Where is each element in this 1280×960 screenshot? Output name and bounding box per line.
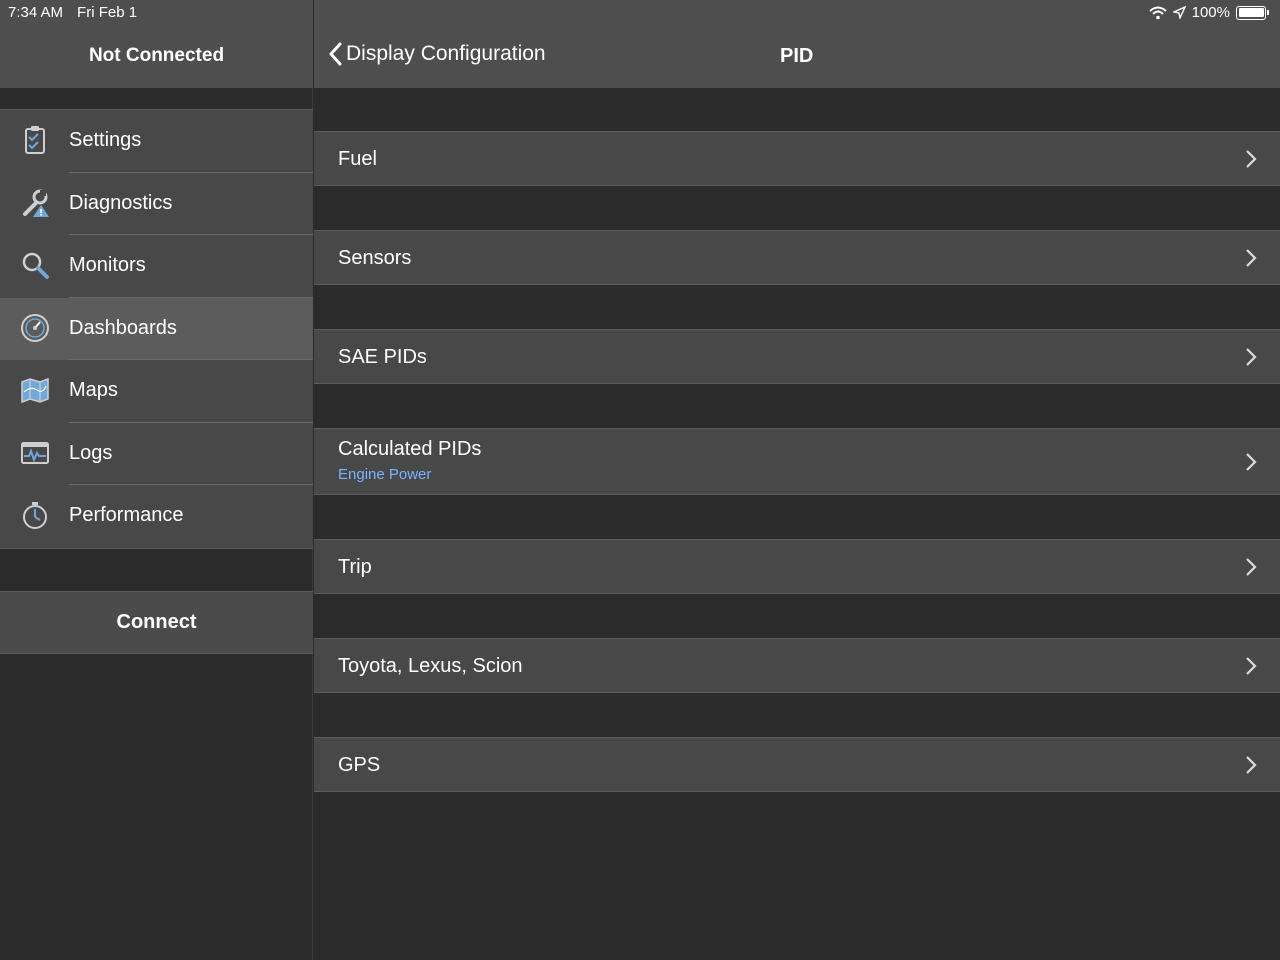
map-icon	[21, 377, 49, 404]
battery-percent: 100%	[1191, 4, 1230, 21]
sidebar-item-maps[interactable]: Maps	[0, 360, 313, 423]
magnifier-icon	[22, 252, 49, 279]
list-item-label: Toyota, Lexus, Scion	[338, 655, 523, 677]
list-item-calculated-pids[interactable]: Calculated PIDs Engine Power	[314, 428, 1280, 495]
list-item-label: Sensors	[338, 247, 412, 269]
sidebar-item-diagnostics[interactable]: Diagnostics	[0, 172, 313, 235]
chevron-right-icon	[1246, 756, 1257, 774]
stopwatch-icon	[23, 502, 47, 529]
sidebar-item-label: Diagnostics	[69, 191, 173, 214]
status-date: Fri Feb 1	[77, 4, 138, 21]
list-item-toyota-lexus-scion[interactable]: Toyota, Lexus, Scion	[314, 638, 1280, 693]
main-panel: 100% Display Configuration PID Fuel Sens…	[314, 0, 1280, 960]
list-item-label: Trip	[338, 556, 372, 578]
list-item-label: Fuel	[338, 148, 377, 170]
chevron-right-icon	[1246, 150, 1257, 168]
gauge-icon	[21, 313, 49, 342]
list-item-label: SAE PIDs	[338, 346, 427, 368]
sidebar: 7:34 AM Fri Feb 1 Not Connected Settings	[0, 0, 313, 960]
connection-status-title: Not Connected	[88, 45, 225, 66]
back-button-label: Display Configuration	[346, 42, 546, 65]
list-item-subtitle: Engine Power	[338, 466, 432, 483]
sidebar-item-performance[interactable]: Performance	[0, 485, 313, 548]
clipboard-check-icon	[25, 126, 45, 154]
chevron-left-icon	[329, 42, 342, 66]
wifi-icon	[1148, 6, 1167, 19]
sidebar-item-dashboards[interactable]: Dashboards	[0, 297, 313, 360]
list-item-fuel[interactable]: Fuel	[314, 131, 1280, 186]
chevron-right-icon	[1246, 348, 1257, 366]
page-title: PID	[780, 45, 814, 67]
list-item-label: GPS	[338, 754, 381, 776]
sidebar-item-label: Settings	[69, 129, 142, 151]
sidebar-item-label: Dashboards	[69, 316, 177, 339]
chevron-right-icon	[1246, 558, 1257, 576]
sidebar-item-monitors[interactable]: Monitors	[0, 235, 313, 298]
chevron-right-icon	[1246, 249, 1257, 267]
wrench-warning-icon	[23, 189, 49, 217]
list-item-trip[interactable]: Trip	[314, 539, 1280, 594]
back-button[interactable]: Display Configuration	[328, 42, 546, 66]
sidebar-item-settings[interactable]: Settings	[0, 110, 313, 173]
status-time: 7:34 AM Fri Feb 1	[8, 4, 137, 21]
status-clock: 7:34 AM	[8, 4, 64, 21]
location-arrow-icon	[1172, 6, 1186, 19]
waveform-log-icon	[21, 441, 49, 464]
sidebar-item-label: Logs	[69, 441, 113, 464]
connect-button[interactable]: Connect	[0, 591, 313, 654]
list-item-sensors[interactable]: Sensors	[314, 230, 1280, 285]
list-item-gps[interactable]: GPS	[314, 737, 1280, 792]
list-item-sae-pids[interactable]: SAE PIDs	[314, 329, 1280, 384]
sidebar-item-label: Maps	[69, 379, 118, 401]
chevron-right-icon	[1246, 657, 1257, 675]
sidebar-header: 7:34 AM Fri Feb 1 Not Connected	[0, 0, 313, 88]
navigation-bar: 100% Display Configuration PID	[314, 0, 1280, 88]
sidebar-item-label: Monitors	[69, 254, 146, 276]
sidebar-menu: Settings Diagnostics Monitors Dashboards…	[0, 109, 313, 549]
list-item-label: Calculated PIDs	[338, 438, 482, 460]
battery-icon	[1236, 5, 1269, 20]
chevron-right-icon	[1246, 453, 1257, 471]
status-indicators: 100%	[1148, 4, 1269, 21]
sidebar-item-logs[interactable]: Logs	[0, 422, 313, 485]
sidebar-item-label: Performance	[69, 504, 184, 526]
